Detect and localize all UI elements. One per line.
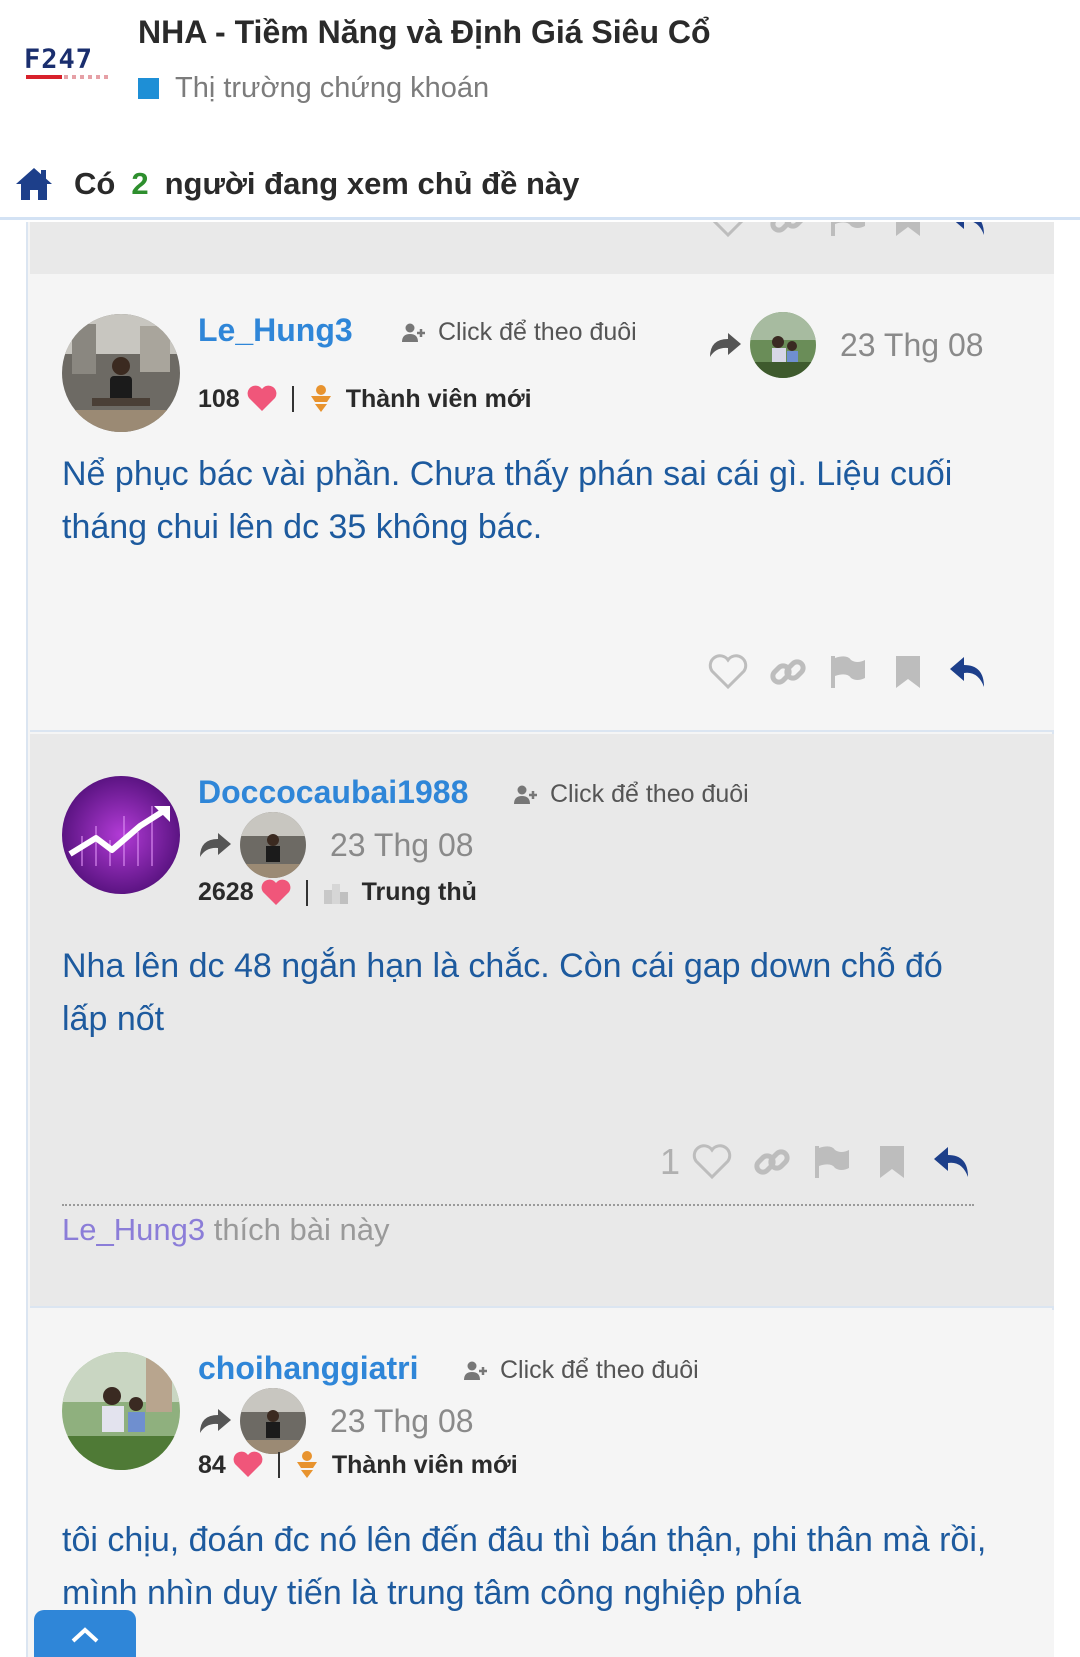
newbie-icon (310, 385, 331, 412)
flag-icon[interactable] (826, 650, 870, 694)
share-arrow-icon (710, 333, 741, 357)
follow-label: Click để theo đuôi (550, 780, 749, 808)
username[interactable]: choihanggiatri (198, 1350, 418, 1387)
post-actions (690, 222, 990, 242)
heart-icon (233, 1451, 263, 1477)
chevron-up-icon (71, 1627, 99, 1643)
viewers-prefix: Có (74, 165, 116, 201)
likers-line: Le_Hung3 thích bài này (62, 1204, 974, 1248)
user-meta: 2628 Trung thủ (198, 878, 477, 907)
reputation-count: 2628 (198, 878, 254, 906)
viewers-bar: Có 2 người đang xem chủ đề này (0, 150, 1080, 220)
forum-name[interactable]: Thị trường chứng khoán (175, 72, 489, 105)
thread-title[interactable]: NHA - Tiềm Năng và Định Giá Siêu Cổ (138, 14, 711, 51)
avatar[interactable] (62, 776, 180, 894)
meta-separator (277, 1452, 280, 1478)
username[interactable]: Le_Hung3 (198, 312, 353, 349)
post-le-hung3: Le_Hung3 Click để theo đuôi 23 Thg 08 10… (30, 274, 1054, 732)
forum-breadcrumb[interactable]: Thị trường chứng khoán (138, 72, 489, 105)
reply-icon[interactable] (930, 1140, 974, 1184)
post-date[interactable]: 23 Thg 08 (330, 1403, 474, 1440)
avatar[interactable] (62, 1352, 180, 1470)
share-arrow-icon (200, 1409, 231, 1433)
top-header: F247 NHA - Tiềm Năng và Định Giá Siêu Cổ… (0, 0, 1080, 135)
reply-icon[interactable] (946, 650, 990, 694)
mini-avatar[interactable] (240, 812, 306, 878)
link-icon[interactable] (766, 222, 810, 242)
link-icon[interactable] (750, 1140, 794, 1184)
mini-avatar[interactable] (750, 312, 816, 378)
forum-color-square (138, 78, 159, 99)
post-body: Nha lên dc 48 ngắn hạn là chắc. Còn cái … (62, 947, 943, 1038)
like-heart-icon[interactable] (706, 222, 750, 242)
post-body: Nể phục bác vài phần. Chưa thấy phán sai… (62, 455, 953, 546)
avatar[interactable] (62, 314, 180, 432)
post-actions: 1 (660, 1140, 974, 1184)
like-heart-icon[interactable] (690, 1140, 734, 1184)
viewers-suffix: người đang xem chủ đề này (164, 165, 580, 201)
post-doccocaubai1988: Doccocaubai1988 Click để theo đuôi 23 Th… (30, 734, 1054, 1308)
meta-separator (305, 879, 308, 906)
meta-separator (291, 386, 294, 412)
newbie-icon (296, 1451, 317, 1478)
post-date[interactable]: 23 Thg 08 (330, 827, 474, 864)
post-date[interactable]: 23 Thg 08 (840, 327, 984, 364)
like-count: 1 (660, 1141, 681, 1182)
heart-icon (261, 879, 291, 905)
logo-text: F247 (24, 44, 94, 75)
follow-label: Click để theo đuôi (500, 1356, 699, 1384)
rank-label: Trung thủ (361, 878, 477, 906)
bookmark-icon[interactable] (886, 222, 930, 242)
reply-icon[interactable] (946, 222, 990, 242)
user-meta: 108 Thành viên mới (198, 384, 532, 414)
username[interactable]: Doccocaubai1988 (198, 774, 468, 811)
user-plus-icon (464, 1361, 487, 1380)
logo-dots (64, 75, 108, 79)
user-plus-icon (514, 785, 537, 804)
post-actions (690, 650, 990, 694)
scroll-to-top-button[interactable] (34, 1610, 136, 1657)
link-icon[interactable] (766, 650, 810, 694)
building-icon (323, 883, 348, 904)
reputation-count: 108 (198, 384, 240, 413)
flag-icon[interactable] (810, 1140, 854, 1184)
post-choihanggiatri: choihanggiatri Click để theo đuôi 23 Thg… (30, 1310, 1054, 1657)
follow-button[interactable]: Click để theo đuôi (514, 780, 749, 809)
rank-label: Thành viên mới (331, 1450, 518, 1479)
liker-name[interactable]: Le_Hung3 (62, 1212, 205, 1247)
post-dateline: 23 Thg 08 (198, 1388, 474, 1454)
logo-underline (26, 75, 62, 79)
follow-button[interactable]: Click để theo đuôi (464, 1356, 699, 1385)
user-meta: 84 Thành viên mới (198, 1450, 518, 1480)
mini-avatar[interactable] (240, 1388, 306, 1454)
follow-button[interactable]: Click để theo đuôi (402, 318, 637, 347)
rank-label: Thành viên mới (345, 384, 532, 413)
follow-label: Click để theo đuôi (438, 318, 637, 346)
post-dateline: 23 Thg 08 (708, 312, 984, 378)
viewers-count: 2 (131, 165, 149, 201)
site-logo[interactable]: F247 (24, 46, 110, 80)
home-icon[interactable] (14, 166, 54, 202)
bookmark-icon[interactable] (870, 1140, 914, 1184)
bookmark-icon[interactable] (886, 650, 930, 694)
likers-text: thích bài này (213, 1212, 390, 1247)
reputation-count: 84 (198, 1450, 226, 1479)
like-heart-icon[interactable] (706, 650, 750, 694)
post-dateline: 23 Thg 08 (198, 812, 474, 878)
post-list: Le_Hung3 Click để theo đuôi 23 Thg 08 10… (26, 222, 1054, 1657)
flag-icon[interactable] (826, 222, 870, 242)
user-plus-icon (402, 323, 425, 342)
share-arrow-icon (200, 833, 231, 857)
post-body: tôi chịu, đoán đc nó lên đến đâu thì bán… (62, 1521, 987, 1612)
heart-icon (247, 385, 277, 411)
